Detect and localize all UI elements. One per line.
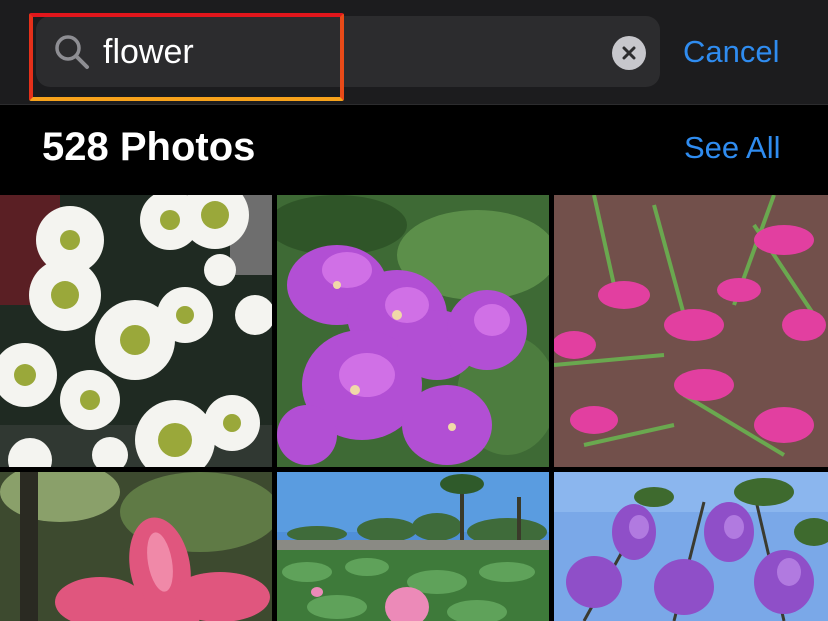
clear-icon <box>622 46 636 60</box>
photos-search-screen: Cancel 528 Photos See All <box>0 0 828 621</box>
crape-myrtle-image <box>277 195 549 467</box>
plumeria-image <box>0 472 272 621</box>
search-icon <box>55 35 89 69</box>
search-header: Cancel <box>0 0 828 105</box>
photo-pink-plumeria[interactable] <box>0 472 272 621</box>
see-all-link[interactable]: See All <box>684 128 781 168</box>
blossoms-sky-image <box>554 472 828 621</box>
cancel-button[interactable]: Cancel <box>683 30 780 74</box>
photo-purple-crape-myrtle[interactable] <box>277 195 549 467</box>
lilies-image <box>554 195 828 467</box>
photo-pink-lilies-on-stone[interactable] <box>554 195 828 467</box>
daisies-image <box>0 195 272 467</box>
photo-white-daisies[interactable] <box>0 195 272 467</box>
photo-purple-blossoms-sky[interactable] <box>554 472 828 621</box>
lotus-pond-image <box>277 472 549 621</box>
results-count-title: 528 Photos <box>42 125 256 169</box>
photo-lotus-pond[interactable] <box>277 472 549 621</box>
search-input[interactable] <box>103 28 583 76</box>
clear-search-button[interactable] <box>612 36 646 70</box>
